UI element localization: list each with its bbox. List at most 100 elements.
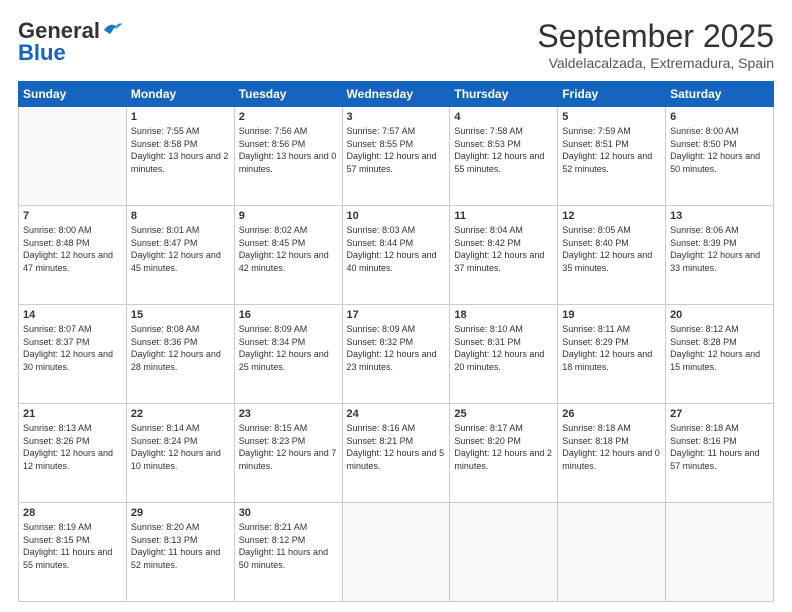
logo: General Blue: [18, 18, 124, 66]
title-section: September 2025 Valdelacalzada, Extremadu…: [537, 18, 774, 71]
day-info: Sunrise: 8:21 AMSunset: 8:12 PMDaylight:…: [239, 521, 338, 571]
col-header-thursday: Thursday: [450, 82, 558, 107]
day-info: Sunrise: 7:56 AMSunset: 8:56 PMDaylight:…: [239, 125, 338, 175]
calendar-cell: 4Sunrise: 7:58 AMSunset: 8:53 PMDaylight…: [450, 107, 558, 206]
col-header-friday: Friday: [558, 82, 666, 107]
day-info: Sunrise: 8:03 AMSunset: 8:44 PMDaylight:…: [347, 224, 446, 274]
day-number: 13: [670, 210, 769, 222]
day-number: 10: [347, 210, 446, 222]
day-number: 5: [562, 111, 661, 123]
day-info: Sunrise: 8:02 AMSunset: 8:45 PMDaylight:…: [239, 224, 338, 274]
calendar-cell: 10 Sunrise: 8:03 AMSunset: 8:44 PMDayligh…: [342, 206, 450, 305]
day-number: 3: [347, 111, 446, 123]
calendar-cell: 16Sunrise: 8:09 AMSunset: 8:34 PMDayligh…: [234, 305, 342, 404]
calendar-cell: 1Sunrise: 7:55 AMSunset: 8:58 PMDaylight…: [126, 107, 234, 206]
calendar-cell: 15 Sunrise: 8:08 AMSunset: 8:36 PMDayligh…: [126, 305, 234, 404]
day-number: 22: [131, 408, 230, 420]
day-number: 6: [670, 111, 769, 123]
day-info: Sunrise: 8:06 AMSunset: 8:39 PMDaylight:…: [670, 224, 769, 274]
logo-blue: Blue: [18, 40, 66, 66]
calendar-cell: 24Sunrise: 8:16 AMSunset: 8:21 PMDayligh…: [342, 404, 450, 503]
day-info: Sunrise: 7:59 AMSunset: 8:51 PMDaylight:…: [562, 125, 661, 175]
day-info: Sunrise: 8:14 AMSunset: 8:24 PMDaylight:…: [131, 422, 230, 472]
day-info: Sunrise: 7:57 AMSunset: 8:55 PMDaylight:…: [347, 125, 446, 175]
calendar-cell: 14 Sunrise: 8:07 AMSunset: 8:37 PMDayligh…: [19, 305, 127, 404]
day-number: 7: [23, 210, 122, 222]
header: General Blue September 2025 Valdelacalza…: [18, 18, 774, 71]
day-info: Sunrise: 8:15 AMSunset: 8:23 PMDaylight:…: [239, 422, 338, 472]
day-number: 16: [239, 309, 338, 321]
col-header-wednesday: Wednesday: [342, 82, 450, 107]
day-info: Sunrise: 8:13 AMSunset: 8:26 PMDaylight:…: [23, 422, 122, 472]
day-number: 11: [454, 210, 553, 222]
day-number: 26: [562, 408, 661, 420]
calendar-cell: 18Sunrise: 8:10 AMSunset: 8:31 PMDayligh…: [450, 305, 558, 404]
day-info: Sunrise: 8:12 AMSunset: 8:28 PMDaylight:…: [670, 323, 769, 373]
calendar-table: SundayMondayTuesdayWednesdayThursdayFrid…: [18, 81, 774, 602]
calendar-cell: 28 Sunrise: 8:19 AMSunset: 8:15 PMDayligh…: [19, 503, 127, 602]
day-info: Sunrise: 8:00 AMSunset: 8:48 PMDaylight:…: [23, 224, 122, 274]
calendar-cell: 9 Sunrise: 8:02 AMSunset: 8:45 PMDaylight…: [234, 206, 342, 305]
calendar-cell: 30 Sunrise: 8:21 AMSunset: 8:12 PMDayligh…: [234, 503, 342, 602]
calendar-cell: [19, 107, 127, 206]
day-number: 21: [23, 408, 122, 420]
calendar-cell: [450, 503, 558, 602]
day-number: 18: [454, 309, 553, 321]
day-info: Sunrise: 8:18 AMSunset: 8:18 PMDaylight:…: [562, 422, 661, 472]
day-info: Sunrise: 8:05 AMSunset: 8:40 PMDaylight:…: [562, 224, 661, 274]
day-number: 25: [454, 408, 553, 420]
calendar-cell: 22 Sunrise: 8:14 AMSunset: 8:24 PMDayligh…: [126, 404, 234, 503]
day-number: 14: [23, 309, 122, 321]
calendar-cell: 6 Sunrise: 8:00 AMSunset: 8:50 PMDaylight…: [666, 107, 774, 206]
col-header-tuesday: Tuesday: [234, 82, 342, 107]
day-number: 9: [239, 210, 338, 222]
day-number: 27: [670, 408, 769, 420]
day-info: Sunrise: 8:09 AMSunset: 8:32 PMDaylight:…: [347, 323, 446, 373]
calendar-cell: 26 Sunrise: 8:18 AMSunset: 8:18 PMDayligh…: [558, 404, 666, 503]
day-info: Sunrise: 8:11 AMSunset: 8:29 PMDaylight:…: [562, 323, 661, 373]
day-number: 4: [454, 111, 553, 123]
day-info: Sunrise: 7:55 AMSunset: 8:58 PMDaylight:…: [131, 125, 230, 175]
calendar-cell: [342, 503, 450, 602]
calendar-cell: 21 Sunrise: 8:13 AMSunset: 8:26 PMDayligh…: [19, 404, 127, 503]
calendar-cell: 3 Sunrise: 7:57 AMSunset: 8:55 PMDaylight…: [342, 107, 450, 206]
day-number: 20: [670, 309, 769, 321]
col-header-monday: Monday: [126, 82, 234, 107]
day-number: 17: [347, 309, 446, 321]
day-info: Sunrise: 8:08 AMSunset: 8:36 PMDaylight:…: [131, 323, 230, 373]
calendar-cell: 12 Sunrise: 8:05 AMSunset: 8:40 PMDayligh…: [558, 206, 666, 305]
calendar-cell: 17 Sunrise: 8:09 AMSunset: 8:32 PMDayligh…: [342, 305, 450, 404]
calendar-cell: 8 Sunrise: 8:01 AMSunset: 8:47 PMDaylight…: [126, 206, 234, 305]
location-subtitle: Valdelacalzada, Extremadura, Spain: [537, 55, 774, 71]
calendar-cell: 11 Sunrise: 8:04 AMSunset: 8:42 PMDayligh…: [450, 206, 558, 305]
day-number: 24: [347, 408, 446, 420]
calendar-cell: 23 Sunrise: 8:15 AMSunset: 8:23 PMDayligh…: [234, 404, 342, 503]
day-info: Sunrise: 8:17 AMSunset: 8:20 PMDaylight:…: [454, 422, 553, 472]
calendar-cell: 25 Sunrise: 8:17 AMSunset: 8:20 PMDayligh…: [450, 404, 558, 503]
day-info: Sunrise: 8:01 AMSunset: 8:47 PMDaylight:…: [131, 224, 230, 274]
calendar-cell: 2 Sunrise: 7:56 AMSunset: 8:56 PMDaylight…: [234, 107, 342, 206]
day-number: 8: [131, 210, 230, 222]
calendar-cell: 29 Sunrise: 8:20 AMSunset: 8:13 PMDayligh…: [126, 503, 234, 602]
day-info: Sunrise: 8:07 AMSunset: 8:37 PMDaylight:…: [23, 323, 122, 373]
day-number: 23: [239, 408, 338, 420]
day-number: 19: [562, 309, 661, 321]
day-number: 29: [131, 507, 230, 519]
logo-bird-icon: [102, 20, 124, 38]
day-number: 15: [131, 309, 230, 321]
day-number: 12: [562, 210, 661, 222]
day-number: 28: [23, 507, 122, 519]
calendar-cell: 19 Sunrise: 8:11 AMSunset: 8:29 PMDayligh…: [558, 305, 666, 404]
day-info: Sunrise: 8:19 AMSunset: 8:15 PMDaylight:…: [23, 521, 122, 571]
day-info: Sunrise: 8:04 AMSunset: 8:42 PMDaylight:…: [454, 224, 553, 274]
day-number: 2: [239, 111, 338, 123]
calendar-cell: 7 Sunrise: 8:00 AMSunset: 8:48 PMDaylight…: [19, 206, 127, 305]
month-title: September 2025: [537, 18, 774, 55]
calendar-cell: 13 Sunrise: 8:06 AMSunset: 8:39 PMDayligh…: [666, 206, 774, 305]
calendar-cell: 5 Sunrise: 7:59 AMSunset: 8:51 PMDaylight…: [558, 107, 666, 206]
col-header-saturday: Saturday: [666, 82, 774, 107]
day-info: Sunrise: 8:00 AMSunset: 8:50 PMDaylight:…: [670, 125, 769, 175]
day-number: 30: [239, 507, 338, 519]
day-info: Sunrise: 8:20 AMSunset: 8:13 PMDaylight:…: [131, 521, 230, 571]
calendar-cell: [558, 503, 666, 602]
